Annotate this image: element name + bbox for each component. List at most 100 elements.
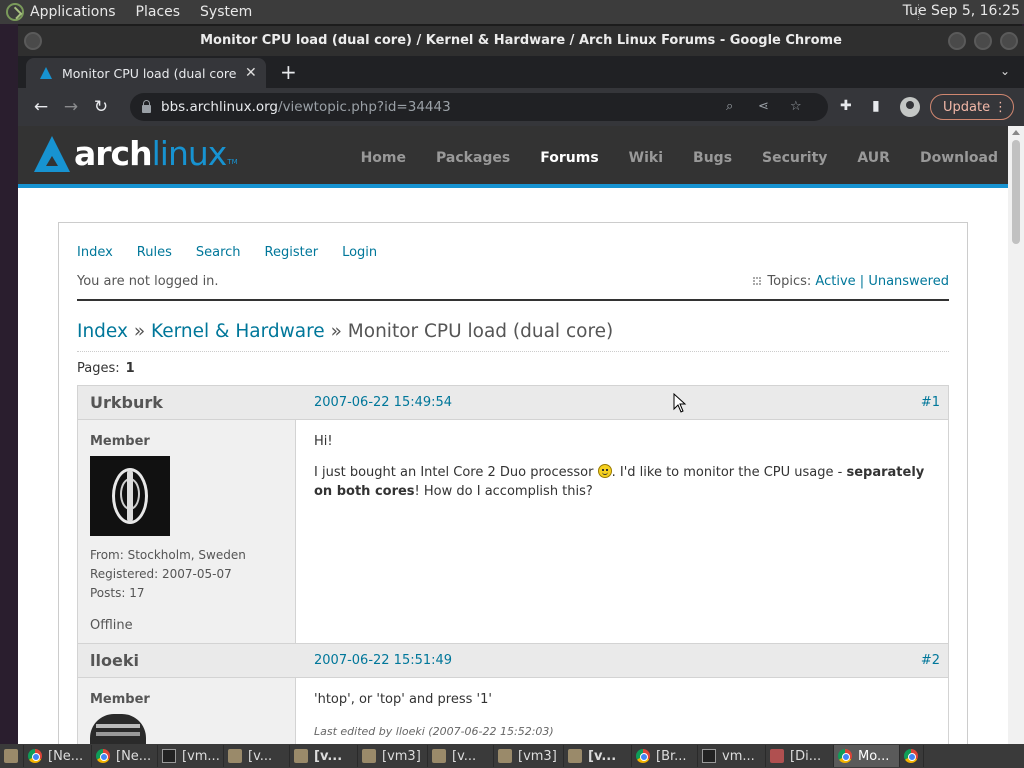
nav-forums[interactable]: Forums bbox=[540, 150, 598, 166]
author-posts: Posts: 17 bbox=[90, 586, 145, 600]
logo-arch-text: arch bbox=[74, 134, 153, 173]
system-panel: Applications Places System Tue Sep 5, 16… bbox=[0, 0, 1024, 24]
taskbar: [Ne... [Ne... [vm... [v... [v... [vm3] [… bbox=[0, 744, 1024, 768]
lock-icon[interactable] bbox=[142, 100, 151, 113]
taskbar-item[interactable]: [Di... bbox=[766, 745, 834, 767]
reload-button[interactable]: ↻ bbox=[86, 97, 116, 117]
side-panel-icon[interactable]: ▮ bbox=[872, 98, 880, 114]
topics-bullet-icon bbox=[753, 277, 762, 285]
nav-packages[interactable]: Packages bbox=[436, 150, 510, 166]
back-button[interactable]: ← bbox=[26, 97, 56, 117]
smiley-icon bbox=[597, 464, 612, 478]
taskbar-item[interactable]: [Br... bbox=[632, 745, 698, 767]
forum-menu-search[interactable]: Search bbox=[196, 245, 241, 260]
browser-toolbar: ← → ↻ bbs.archlinux.org/viewtopic.php?id… bbox=[18, 88, 1024, 126]
clock[interactable]: Tue Sep 5, 16:25 bbox=[903, 3, 1020, 19]
forum-menu-register[interactable]: Register bbox=[265, 245, 319, 260]
taskbar-item[interactable]: vm... bbox=[698, 745, 766, 767]
scrollbar-thumb[interactable] bbox=[1012, 140, 1020, 244]
forum-menu-index[interactable]: Index bbox=[77, 245, 113, 260]
post-date-link[interactable]: 2007-06-22 15:51:49 bbox=[314, 653, 452, 668]
chrome-icon bbox=[838, 749, 852, 763]
taskbar-item[interactable]: [v... bbox=[290, 745, 358, 767]
profile-avatar-icon[interactable] bbox=[900, 97, 920, 117]
topics-active-link[interactable]: Active bbox=[815, 274, 855, 289]
forum-menu-login[interactable]: Login bbox=[342, 245, 377, 260]
tab-strip: Monitor CPU load (dual core) / Kernel & … bbox=[18, 56, 1024, 88]
pages-label: Pages: bbox=[77, 361, 120, 376]
login-status: You are not logged in. bbox=[77, 274, 219, 289]
address-bar[interactable]: bbs.archlinux.org/viewtopic.php?id=34443… bbox=[130, 93, 828, 121]
window-titlebar[interactable]: Monitor CPU load (dual core) / Kernel & … bbox=[18, 26, 1024, 56]
folder-icon bbox=[568, 749, 582, 763]
scroll-up-arrow-icon[interactable] bbox=[1012, 130, 1020, 135]
menu-places[interactable]: Places bbox=[136, 4, 181, 20]
post-author: Urkburk bbox=[90, 393, 163, 412]
zoom-search-icon[interactable]: ⌕ bbox=[726, 99, 733, 114]
minimize-button[interactable] bbox=[948, 32, 966, 50]
site-nav: Home Packages Forums Wiki Bugs Security … bbox=[331, 150, 998, 166]
menu-applications[interactable]: Applications bbox=[30, 4, 116, 20]
nav-aur[interactable]: AUR bbox=[857, 150, 890, 166]
system-logo-icon[interactable] bbox=[6, 3, 24, 21]
update-label: Update bbox=[943, 99, 991, 115]
browser-tab[interactable]: Monitor CPU load (dual core) / Kernel & … bbox=[26, 58, 266, 88]
post-date-link[interactable]: 2007-06-22 15:49:54 bbox=[314, 395, 452, 410]
nav-wiki[interactable]: Wiki bbox=[629, 150, 663, 166]
arch-logo[interactable]: arch linux TM bbox=[34, 136, 238, 172]
taskbar-item-active[interactable]: Mo... bbox=[834, 745, 900, 767]
taskbar-item[interactable]: [vm... bbox=[158, 745, 224, 767]
terminal-icon bbox=[702, 749, 716, 763]
folder-icon bbox=[498, 749, 512, 763]
nav-home[interactable]: Home bbox=[361, 150, 406, 166]
author-rank: Member bbox=[90, 434, 150, 449]
crumb-separator: » bbox=[133, 321, 146, 342]
arch-logo-icon bbox=[34, 136, 70, 172]
avatar bbox=[90, 714, 146, 744]
taskbar-item[interactable]: [v... bbox=[224, 745, 290, 767]
forward-button[interactable]: → bbox=[56, 97, 86, 117]
chrome-icon bbox=[636, 749, 650, 763]
extensions-puzzle-icon[interactable]: ✚ bbox=[840, 98, 852, 114]
chrome-icon bbox=[904, 749, 918, 763]
taskbar-item[interactable]: [vm3] bbox=[358, 745, 428, 767]
tab-search-chevron-icon[interactable]: ⌄ bbox=[1000, 64, 1010, 78]
post-number: #1 bbox=[920, 395, 940, 410]
topics-unanswered-link[interactable]: Unanswered bbox=[868, 274, 949, 289]
nav-download[interactable]: Download bbox=[920, 150, 998, 166]
forum-menu-rules[interactable]: Rules bbox=[137, 245, 172, 260]
crumb-index[interactable]: Index bbox=[77, 321, 128, 342]
share-icon[interactable]: ⋖ bbox=[758, 99, 769, 114]
nav-bugs[interactable]: Bugs bbox=[693, 150, 732, 166]
taskbar-item[interactable] bbox=[900, 745, 924, 767]
browser-window: Monitor CPU load (dual core) / Kernel & … bbox=[18, 26, 1024, 744]
taskbar-item[interactable]: [Ne... bbox=[24, 745, 92, 767]
terminal-icon bbox=[162, 749, 176, 763]
update-button[interactable]: Update ⋮ bbox=[930, 94, 1014, 120]
page-scrollbar[interactable] bbox=[1008, 126, 1024, 744]
nav-security[interactable]: Security bbox=[762, 150, 827, 166]
bookmark-star-icon[interactable]: ☆ bbox=[790, 99, 802, 114]
app-icon bbox=[770, 749, 784, 763]
folder-icon bbox=[362, 749, 376, 763]
chrome-icon bbox=[96, 749, 110, 763]
crumb-topic: Monitor CPU load (dual core) bbox=[347, 321, 614, 342]
taskbar-item[interactable]: [v... bbox=[564, 745, 632, 767]
desktop-background bbox=[0, 24, 18, 744]
post-line: Hi! bbox=[314, 434, 333, 449]
taskbar-item[interactable]: [vm3] bbox=[494, 745, 564, 767]
logo-tm: TM bbox=[227, 158, 238, 166]
taskbar-item[interactable]: [v... bbox=[428, 745, 494, 767]
post-author-info: Member From: Stockholm, Sweden Registere… bbox=[78, 420, 296, 643]
web-page: arch linux TM Home Packages Forums Wiki … bbox=[18, 126, 1008, 744]
maximize-button[interactable] bbox=[974, 32, 992, 50]
show-desktop-button[interactable] bbox=[0, 745, 24, 767]
tab-close-icon[interactable]: ✕ bbox=[245, 65, 257, 81]
window-menu-button[interactable] bbox=[24, 32, 42, 50]
taskbar-item[interactable]: [Ne... bbox=[92, 745, 158, 767]
chrome-icon bbox=[28, 749, 42, 763]
menu-system[interactable]: System bbox=[200, 4, 252, 20]
new-tab-button[interactable]: + bbox=[280, 60, 297, 84]
crumb-forum[interactable]: Kernel & Hardware bbox=[151, 321, 325, 342]
close-window-button[interactable] bbox=[1000, 32, 1018, 50]
